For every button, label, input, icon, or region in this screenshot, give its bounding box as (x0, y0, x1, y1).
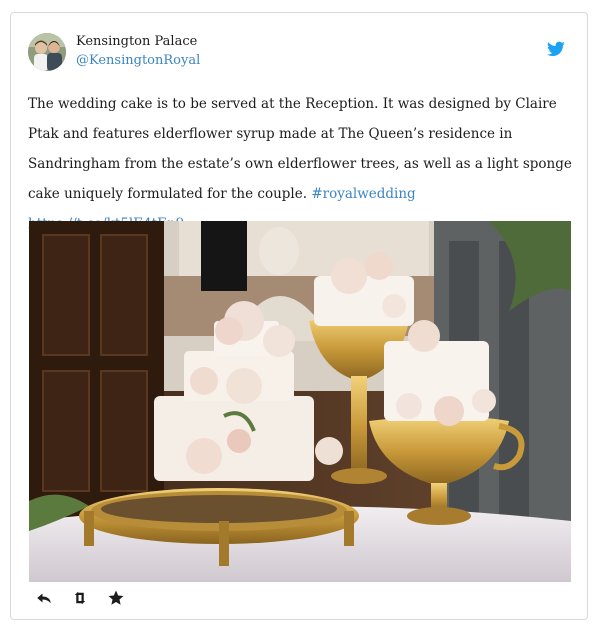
author-handle[interactable]: @KensingtonRoyal (76, 53, 200, 68)
hashtag-link[interactable]: #royalwedding (311, 186, 415, 202)
twitter-bird-icon[interactable] (547, 41, 565, 57)
avatar-image (28, 33, 66, 71)
tweet-body: The wedding cake is to be served at the … (28, 96, 572, 202)
author-name[interactable]: Kensington Palace (76, 34, 197, 49)
reply-button[interactable] (35, 589, 53, 607)
reply-icon (37, 593, 51, 604)
like-button[interactable] (107, 589, 125, 607)
retweet-icon (74, 592, 86, 604)
star-icon (108, 590, 124, 605)
retweet-button[interactable] (71, 589, 89, 607)
tweet-header: Kensington Palace @KensingtonRoyal (28, 33, 573, 73)
wedding-cake-photo (29, 221, 571, 582)
tweet-text: The wedding cake is to be served at the … (28, 89, 576, 239)
tweet-card: Kensington Palace @KensingtonRoyal The w… (10, 12, 588, 620)
tweet-actions (35, 589, 155, 611)
tweet-photo[interactable] (29, 221, 571, 582)
avatar[interactable] (28, 33, 66, 71)
